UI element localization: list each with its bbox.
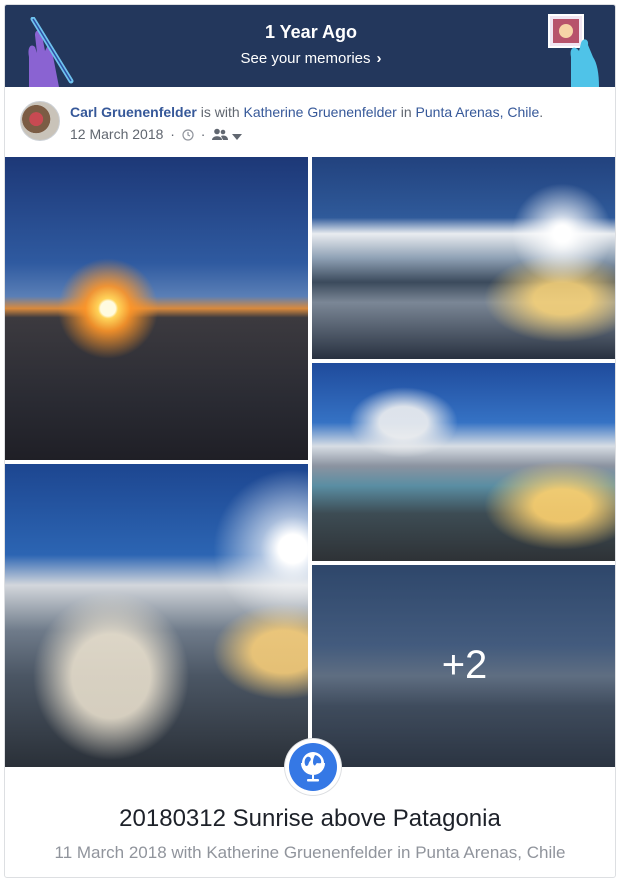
location-link[interactable]: Punta Arenas, Chile	[416, 104, 540, 120]
photo-grid: +2	[5, 157, 615, 767]
post-date[interactable]: 12 March 2018	[70, 126, 163, 142]
meta-line: 12 March 2018 · ·	[70, 126, 243, 142]
photo-clouds-sun-coast[interactable]	[312, 157, 615, 359]
banner-title: 1 Year Ago	[264, 22, 358, 42]
photo-coastline-reflection[interactable]	[312, 363, 615, 561]
with-text: is with	[200, 104, 240, 120]
author-line: Carl Gruenenfelder is with Katherine Gru…	[70, 104, 544, 120]
author-link[interactable]: Carl Gruenenfelder	[70, 104, 197, 120]
photo-sun-over-clouds[interactable]	[5, 464, 308, 767]
tagged-person-link[interactable]: Katherine Gruenenfelder	[244, 104, 397, 120]
memories-banner: 1 Year Ago See your memories ›	[5, 5, 615, 87]
album-subtitle: 11 March 2018 with Katherine Gruenenfeld…	[54, 843, 566, 862]
avatar[interactable]	[20, 101, 60, 141]
friends-audience-icon[interactable]	[212, 128, 229, 141]
separator-dot: ·	[170, 126, 175, 142]
clock-icon	[182, 129, 194, 141]
caret-down-icon[interactable]	[232, 133, 243, 141]
post-header: Carl Gruenenfelder is with Katherine Gru…	[5, 87, 615, 157]
album-badge	[285, 739, 341, 795]
in-text: in	[400, 104, 412, 120]
hand-photo-icon	[548, 14, 599, 87]
see-memories-link[interactable]: See your memories ›	[5, 50, 615, 67]
globe-icon	[301, 752, 325, 782]
memory-card: 1 Year Ago See your memories › Carl Gruen…	[4, 4, 616, 878]
chevron-right-icon: ›	[376, 50, 382, 67]
more-photos-count: +2	[441, 643, 488, 687]
photo-sunrise-horizon[interactable]	[5, 157, 308, 460]
photo-more[interactable]: +2	[312, 565, 615, 767]
separator-dot: ·	[200, 126, 206, 142]
album-title[interactable]: 20180312 Sunrise above Patagonia	[5, 805, 615, 833]
see-memories-label: See your memories	[240, 50, 371, 67]
